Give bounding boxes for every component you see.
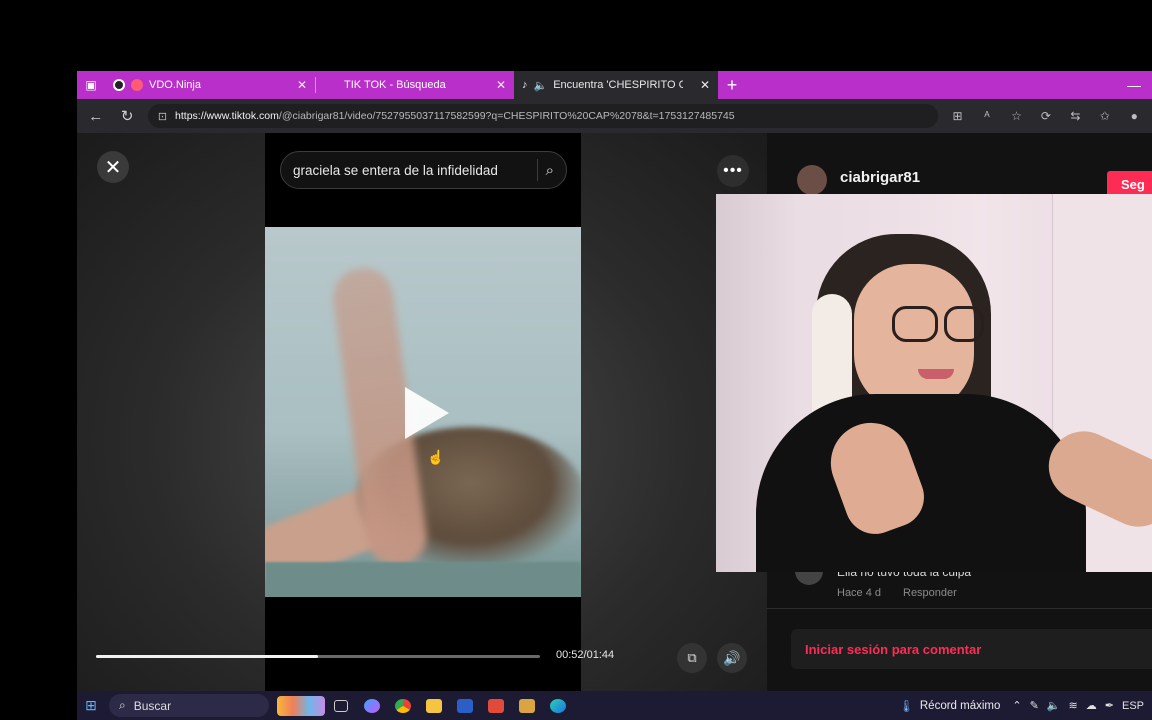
tiktok-favicon-icon: ♪ xyxy=(522,79,528,91)
windows-taskbar: ⊞ ⌕ Buscar 🌡 Récord máximo ⌃ ✎ 🔈 ≋ ☁ ✒ E… xyxy=(77,691,1152,720)
url-field[interactable]: ⊡ https://www.tiktok.com /@ciabrigar81/v… xyxy=(147,104,938,128)
tab-label: Encuentra 'CHESPIRITO CAP xyxy=(553,79,684,91)
tab-tiktok-busqueda[interactable]: TIK TOK - Búsqueda ✕ xyxy=(316,71,514,99)
copilot-icon[interactable] xyxy=(356,691,387,720)
search-input[interactable]: graciela se entera de la infidelidad ⌕ xyxy=(280,151,567,189)
thermometer-icon: 🌡 xyxy=(899,700,914,713)
speaker-icon[interactable]: 🔈 xyxy=(534,79,548,92)
speaker-icon[interactable]: 🔈 xyxy=(1047,699,1061,712)
play-icon[interactable] xyxy=(405,387,449,439)
chevron-up-icon[interactable]: ⌃ xyxy=(1012,699,1021,712)
windows-start-icon[interactable]: ⊞ xyxy=(77,691,105,720)
task-view-icon[interactable] xyxy=(325,691,356,720)
tab-encuentra-chespirito[interactable]: ♪ 🔈 Encuentra 'CHESPIRITO CAP ✕ xyxy=(514,71,718,99)
taskbar-search-label: Buscar xyxy=(133,698,172,713)
url-host: https://www.tiktok.com xyxy=(175,110,279,122)
browser-tab-bar: ▣ VDO.Ninja ✕ TIK TOK - Búsqueda ✕ ♪ 🔈 E… xyxy=(77,71,1152,99)
site-info-icon[interactable]: ⊡ xyxy=(158,110,167,123)
reload-icon[interactable]: ↻ xyxy=(116,107,137,125)
favorites-icon[interactable]: ✩ xyxy=(1095,109,1114,123)
hand-cursor-icon: ☝ xyxy=(427,449,445,465)
close-video-button[interactable]: ✕ xyxy=(97,151,129,183)
pen-tablet-icon[interactable]: ✒ xyxy=(1105,699,1114,712)
close-tab-icon[interactable]: ✕ xyxy=(496,78,506,92)
cloud-icon[interactable]: ☁ xyxy=(1086,699,1097,712)
split-screen-icon[interactable]: ⇆ xyxy=(1066,109,1085,123)
reply-link[interactable]: Responder xyxy=(903,587,957,599)
search-query: graciela se entera de la infidelidad xyxy=(293,162,498,178)
volume-icon[interactable]: 🔊 xyxy=(717,643,747,673)
more-options-button[interactable]: ••• xyxy=(717,155,749,187)
video-progress-fill xyxy=(96,655,318,658)
url-path: /@ciabrigar81/video/7527955037117582599?… xyxy=(278,110,735,122)
close-tab-icon[interactable]: ✕ xyxy=(297,78,307,92)
system-tray: ⌃ ✎ 🔈 ≋ ☁ ✒ ESP xyxy=(1012,699,1144,713)
login-to-comment-link[interactable]: Iniciar sesión para comentar xyxy=(791,629,1152,669)
webcam-overlay xyxy=(716,194,1152,572)
divider xyxy=(767,608,1152,609)
media-app-icon[interactable] xyxy=(511,691,542,720)
search-divider xyxy=(536,159,538,181)
avatar[interactable] xyxy=(797,165,827,195)
webcam-glasses xyxy=(892,306,938,342)
file-explorer-icon[interactable] xyxy=(418,691,449,720)
tab-label: TIK TOK - Búsqueda xyxy=(344,79,446,91)
search-icon: ⌕ xyxy=(119,698,126,712)
tab-actions-icon[interactable]: ▣ xyxy=(77,71,105,99)
video-progress-bar[interactable] xyxy=(96,655,540,658)
search-icon[interactable]: ⌕ xyxy=(546,162,554,179)
video-player[interactable]: ☝ xyxy=(265,227,581,597)
red-app-icon[interactable] xyxy=(480,691,511,720)
app-available-icon[interactable]: ⊞ xyxy=(948,109,967,123)
webcam-mouth xyxy=(918,369,954,379)
vdo-favicon-icon xyxy=(113,79,125,91)
video-frame-water xyxy=(265,562,581,597)
chrome-icon[interactable] xyxy=(387,691,418,720)
wifi-icon[interactable]: ≋ xyxy=(1069,699,1078,712)
tab-vdo-ninja[interactable]: VDO.Ninja ✕ xyxy=(105,71,315,99)
tab-label: VDO.Ninja xyxy=(149,79,201,91)
time-readout: 00:52/01:44 xyxy=(556,649,615,661)
picture-in-picture-icon[interactable]: ⧉ xyxy=(677,643,707,673)
read-aloud-icon[interactable]: ᴬ xyxy=(977,109,996,123)
profile-avatar-icon[interactable]: ● xyxy=(1125,109,1144,123)
address-bar-row: ← ↻ ⊡ https://www.tiktok.com /@ciabrigar… xyxy=(77,99,1152,133)
screen: ▣ VDO.Ninja ✕ TIK TOK - Búsqueda ✕ ♪ 🔈 E… xyxy=(0,0,1152,720)
comment-time: Hace 4 d xyxy=(837,587,882,599)
weather-label: Récord máximo xyxy=(919,699,1001,712)
close-tab-icon[interactable]: ✕ xyxy=(700,78,710,92)
language-indicator[interactable]: ESP xyxy=(1122,700,1144,712)
weather-widget[interactable]: 🌡 Récord máximo xyxy=(899,699,1000,713)
search-highlight-art[interactable] xyxy=(277,695,325,716)
webcam-glasses xyxy=(944,306,984,342)
back-arrow-icon[interactable]: ← xyxy=(85,108,106,125)
minimize-window-button[interactable]: — xyxy=(1116,77,1152,93)
extensions-icon[interactable]: ⟳ xyxy=(1036,109,1055,123)
edge-icon[interactable] xyxy=(542,691,573,720)
favorite-star-icon[interactable]: ☆ xyxy=(1007,109,1026,123)
word-icon[interactable] xyxy=(449,691,480,720)
recording-icon xyxy=(131,79,143,91)
pen-icon[interactable]: ✎ xyxy=(1030,699,1039,712)
taskbar-search[interactable]: ⌕ Buscar xyxy=(109,694,269,717)
new-tab-button[interactable]: + xyxy=(718,75,746,96)
author-username[interactable]: ciabrigar81 xyxy=(840,169,920,186)
